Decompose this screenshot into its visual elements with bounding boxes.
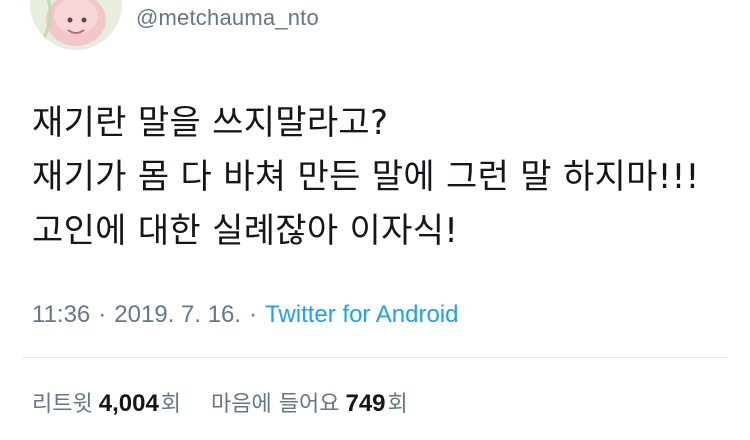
divider: [22, 357, 728, 358]
meta-separator: ·: [98, 301, 107, 328]
tweet-source-link[interactable]: Twitter for Android: [265, 301, 458, 328]
user-handle[interactable]: @metchauma_nto: [136, 4, 319, 32]
tweet-line: 재기가 몸 다 바쳐 만든 말에 그런 말 하지마!!!: [32, 157, 700, 197]
tweet-time[interactable]: 11:36: [32, 301, 90, 328]
likes-unit: 회: [387, 392, 408, 417]
likes-stat[interactable]: 마음에 들어요 749회: [211, 390, 408, 417]
avatar-image: [30, 0, 122, 50]
retweets-count: 4,004: [98, 390, 159, 417]
retweets-stat[interactable]: 리트윗 4,004회: [32, 390, 188, 417]
tweet-text: 재기란 말을 쓰지말라고? 재기가 몸 다 바쳐 만든 말에 그런 말 하지마!…: [32, 96, 732, 258]
tweet-stats: 리트윗 4,004회 마음에 들어요 749회: [32, 389, 408, 420]
likes-count: 749: [345, 390, 386, 417]
tweet-line: 고인에 대한 실례잖아 이자식!: [32, 211, 459, 251]
tweet-meta: 11:36 · 2019. 7. 16. · Twitter for Android: [32, 300, 458, 330]
tweet-line: 재기란 말을 쓰지말라고?: [32, 103, 389, 143]
avatar[interactable]: [30, 0, 122, 50]
retweets-unit: 회: [160, 392, 182, 417]
retweets-label: 리트윗: [32, 392, 93, 417]
meta-separator: ·: [249, 301, 258, 328]
likes-label: 마음에 들어요: [211, 392, 340, 417]
tweet-date[interactable]: 2019. 7. 16.: [114, 301, 241, 328]
